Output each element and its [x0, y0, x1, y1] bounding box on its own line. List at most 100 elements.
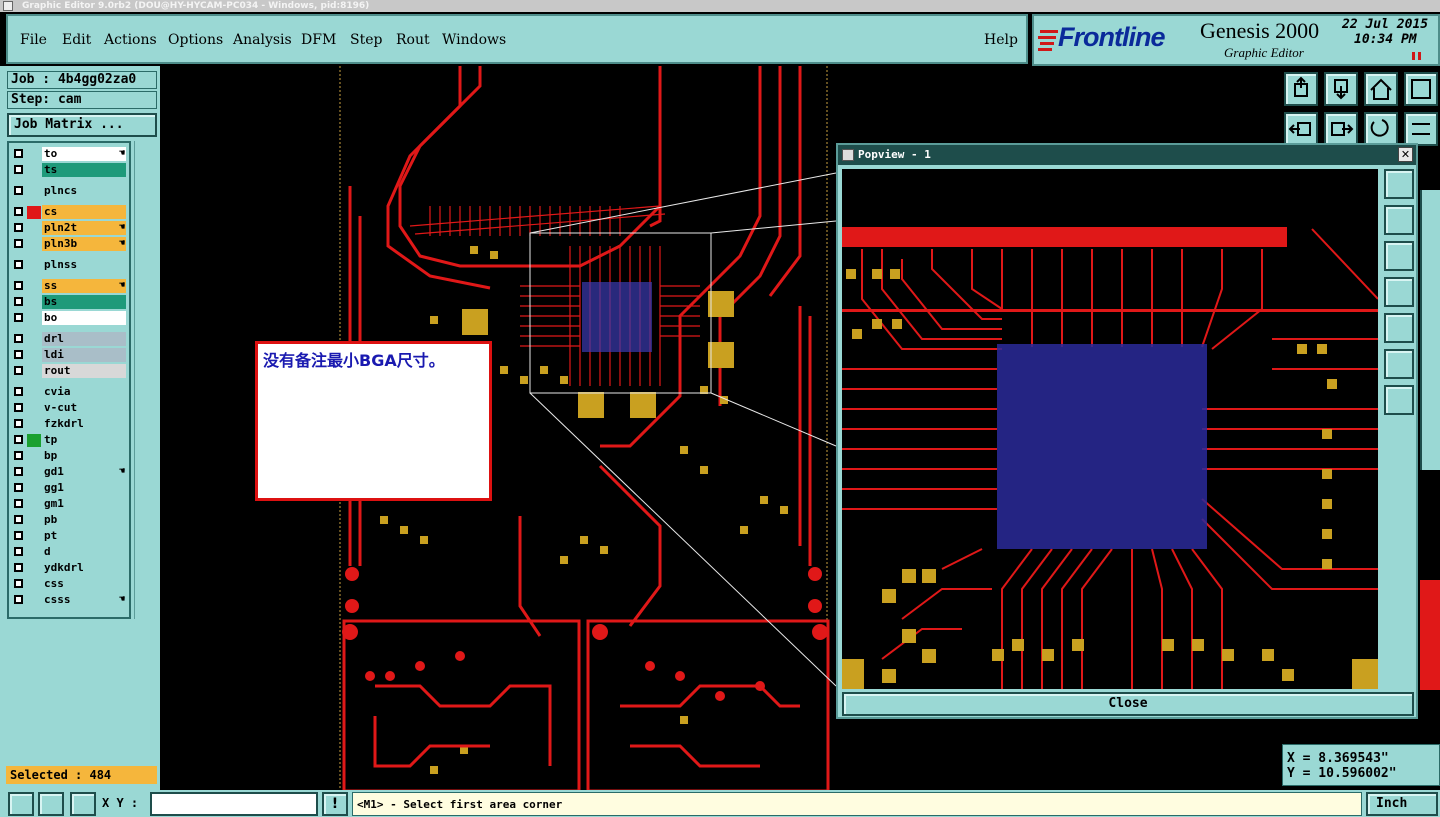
pan-left-icon[interactable]	[1284, 112, 1318, 146]
layer-list-scrollbar[interactable]	[134, 141, 157, 619]
layer-checkbox[interactable]	[14, 531, 23, 540]
menu-windows[interactable]: Windows	[442, 32, 506, 48]
layer-name[interactable]: ydkdrl	[42, 561, 126, 575]
layer-row-pln2t[interactable]: pln2t ☚	[10, 221, 128, 236]
layer-checkbox[interactable]	[14, 467, 23, 476]
layer-name[interactable]: drl	[42, 332, 126, 346]
pan-right-icon[interactable]	[1324, 112, 1358, 146]
layer-name[interactable]: d	[42, 545, 126, 559]
layer-checkbox[interactable]	[14, 419, 23, 428]
rotate-icon[interactable]	[1364, 112, 1398, 146]
layer-row-drl[interactable]: drl	[10, 332, 128, 347]
layer-row-ldi[interactable]: ldi	[10, 348, 128, 363]
layer-row-plnss[interactable]: plnss	[10, 258, 128, 273]
layer-name[interactable]: css	[42, 577, 126, 591]
layer-row-gd1[interactable]: gd1 ☚	[10, 465, 128, 480]
menu-actions[interactable]: Actions	[104, 32, 157, 48]
layer-checkbox[interactable]	[14, 515, 23, 524]
layer-row-pln3b[interactable]: pln3b ☚	[10, 237, 128, 252]
menu-rout[interactable]: Rout	[396, 32, 430, 48]
layer-checkbox[interactable]	[14, 366, 23, 375]
layer-name[interactable]: cvia	[42, 385, 126, 399]
popview-pan-left-icon[interactable]	[1384, 277, 1414, 307]
job-matrix-button[interactable]: Job Matrix ...	[7, 113, 157, 137]
layer-row-to[interactable]: to ☚	[10, 147, 128, 162]
layer-checkbox[interactable]	[14, 207, 23, 216]
layer-checkbox[interactable]	[14, 387, 23, 396]
layer-checkbox[interactable]	[14, 595, 23, 604]
popview-pan-down-icon[interactable]	[1384, 241, 1414, 271]
popview-zoom-in-icon[interactable]	[1384, 169, 1414, 199]
layer-name[interactable]: gm1	[42, 497, 126, 511]
measure-icon[interactable]	[8, 792, 34, 816]
layer-checkbox[interactable]	[14, 435, 23, 444]
layer-name[interactable]: to	[42, 147, 126, 161]
popview-pan-up-icon[interactable]	[1384, 205, 1414, 235]
toolbar-button-1[interactable]	[1284, 72, 1318, 106]
layer-row-bs[interactable]: bs	[10, 295, 128, 310]
layer-checkbox[interactable]	[14, 483, 23, 492]
layer-name[interactable]: plnss	[42, 258, 126, 272]
layer-name[interactable]: bo	[42, 311, 126, 325]
layer-checkbox[interactable]	[14, 297, 23, 306]
layer-row-bo[interactable]: bo	[10, 311, 128, 326]
layer-row-bp[interactable]: bp	[10, 449, 128, 464]
layer-name[interactable]: pln3b	[42, 237, 126, 251]
layer-row-pt[interactable]: pt	[10, 529, 128, 544]
layer-row-plncs[interactable]: plncs	[10, 184, 128, 199]
layer-checkbox[interactable]	[14, 563, 23, 572]
layer-row-d[interactable]: d	[10, 545, 128, 560]
right-tool-strip[interactable]	[1420, 190, 1440, 470]
xy-input[interactable]	[150, 792, 318, 816]
layer-name[interactable]: fzkdrl	[42, 417, 126, 431]
annotation-note[interactable]: 没有备注最小BGA尺寸。	[255, 341, 492, 501]
menu-edit[interactable]: Edit	[62, 32, 91, 48]
layer-name[interactable]: rout	[42, 364, 126, 378]
layer-name[interactable]: ts	[42, 163, 126, 177]
toolbar-button-4[interactable]	[1404, 72, 1438, 106]
alert-icon[interactable]: !	[322, 792, 348, 816]
layer-row-gm1[interactable]: gm1	[10, 497, 128, 512]
layer-checkbox[interactable]	[14, 260, 23, 269]
popview-fit-icon[interactable]	[1384, 349, 1414, 379]
layer-name[interactable]: gd1	[42, 465, 126, 479]
menu-step[interactable]: Step	[350, 32, 382, 48]
angle-icon[interactable]	[38, 792, 64, 816]
layer-checkbox[interactable]	[14, 186, 23, 195]
menu-options[interactable]: Options	[168, 32, 223, 48]
layer-row-ydkdrl[interactable]: ydkdrl	[10, 561, 128, 576]
layer-row-v-cut[interactable]: v-cut	[10, 401, 128, 416]
layer-checkbox[interactable]	[14, 223, 23, 232]
layer-name[interactable]: ss	[42, 279, 126, 293]
popview-zoom-out-icon[interactable]	[1384, 385, 1414, 415]
layer-checkbox[interactable]	[14, 403, 23, 412]
popview-pan-right-icon[interactable]	[1384, 313, 1414, 343]
mirror-icon[interactable]	[1404, 112, 1438, 146]
layer-name[interactable]: bp	[42, 449, 126, 463]
close-icon[interactable]: ✕	[1398, 147, 1413, 162]
layer-row-csss[interactable]: csss ☚	[10, 593, 128, 608]
layer-name[interactable]: gg1	[42, 481, 126, 495]
layer-row-fzkdrl[interactable]: fzkdrl	[10, 417, 128, 432]
popview-close-button[interactable]: Close	[842, 692, 1414, 716]
layer-row-tp[interactable]: tp	[10, 433, 128, 448]
layer-name[interactable]: bs	[42, 295, 126, 309]
grid-icon[interactable]	[70, 792, 96, 816]
layer-checkbox[interactable]	[14, 149, 23, 158]
layer-row-rout[interactable]: rout	[10, 364, 128, 379]
layer-checkbox[interactable]	[14, 239, 23, 248]
layer-checkbox[interactable]	[14, 499, 23, 508]
layer-checkbox[interactable]	[14, 281, 23, 290]
menu-analysis[interactable]: Analysis	[233, 32, 292, 48]
layer-checkbox[interactable]	[14, 547, 23, 556]
layer-row-cvia[interactable]: cvia	[10, 385, 128, 400]
layer-checkbox[interactable]	[14, 451, 23, 460]
menu-help[interactable]: Help	[984, 32, 1018, 48]
layer-name[interactable]: pb	[42, 513, 126, 527]
layer-name[interactable]: tp	[42, 433, 126, 447]
layer-name[interactable]: plncs	[42, 184, 126, 198]
toolbar-button-2[interactable]	[1324, 72, 1358, 106]
layer-name[interactable]: cs	[42, 205, 126, 219]
layer-checkbox[interactable]	[14, 313, 23, 322]
popview-canvas[interactable]	[842, 169, 1378, 689]
